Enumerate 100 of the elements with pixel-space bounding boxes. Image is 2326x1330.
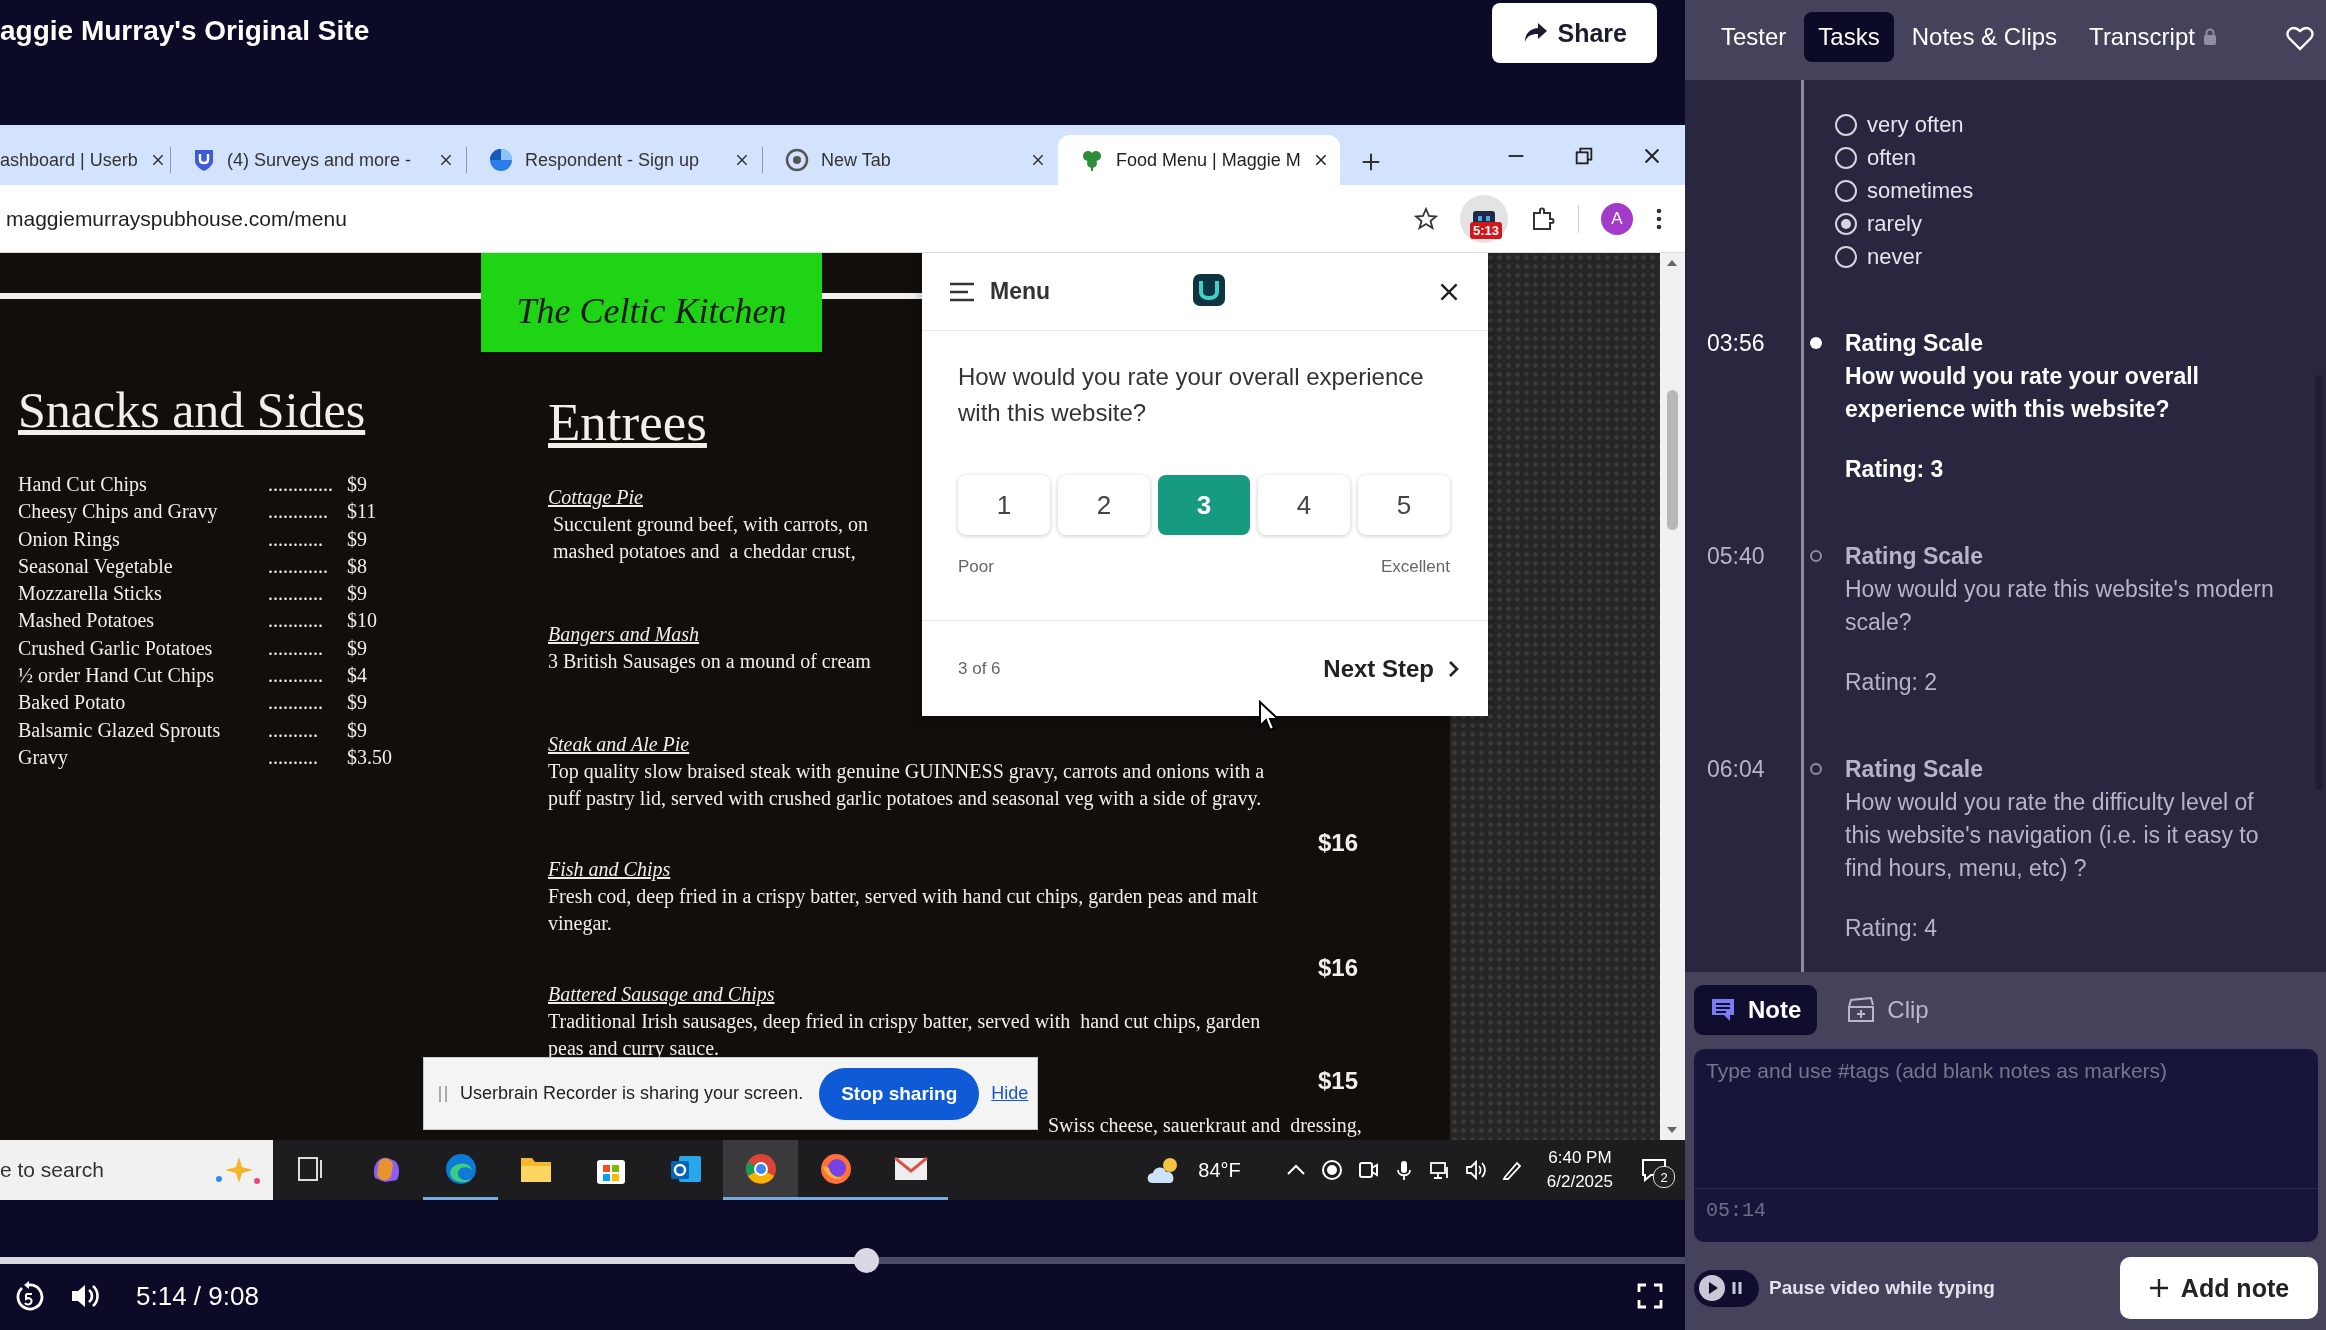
panel-tab[interactable]: Transcript [2075,12,2231,62]
rating-option[interactable]: 5 [1358,475,1450,535]
dot-leader: ........... [268,608,324,634]
menu-item-price: $15 [1317,1068,1358,1094]
scroll-down-icon[interactable] [1666,1126,1678,1134]
note-mode-tab[interactable]: Clip [1831,985,1945,1035]
speech-bubble-icon [1710,997,1736,1023]
globe-icon [785,148,809,172]
pen-icon[interactable] [1500,1159,1523,1181]
menu-item-price: $10 [347,608,378,634]
task-type: Rating Scale [1845,542,1985,571]
pause-toggle[interactable] [1694,1269,1759,1307]
hide-link[interactable]: Hide [991,1083,1029,1104]
rating-option[interactable]: 1 [958,475,1050,535]
task-timestamp[interactable]: 05:40 [1707,540,1787,699]
wave-logo-icon[interactable] [443,1151,478,1186]
menu-label[interactable]: Menu [990,278,1051,305]
menu-item-name: ½ order Hand Cut Chips [18,663,216,689]
scrollbar-thumb[interactable] [1667,390,1678,530]
panel-tab[interactable]: Tasks [1804,12,1894,62]
browser-tab[interactable]: ashboard | Userb [0,135,170,185]
menu-item-name: Bangers and Mash [548,622,700,648]
page-title: aggie Murray's Original Site [0,15,370,47]
task-type: Rating Scale [1845,329,1985,358]
answer-option: often [1867,141,1916,174]
taskbar-app-button[interactable] [723,1140,798,1200]
menu-item-price: $16 [1317,830,1358,856]
scroll-up-icon[interactable] [1666,259,1678,267]
replay-icon[interactable] [14,1280,44,1312]
dot-leader: ............ [268,499,329,525]
favorite-icon[interactable] [2286,25,2314,51]
step-counter: 3 of 6 [958,658,1001,679]
fullscreen-icon[interactable] [1637,1283,1663,1309]
stop-sharing-button[interactable]: Stop sharing [819,1067,980,1120]
network-icon[interactable] [1428,1159,1451,1181]
task-question: How would you rate the difficulty level of this website's navigation (i.e. is it easy to find hours, menu, etc) ? [1845,788,2260,883]
weather-temperature[interactable]: 84°F [1198,1158,1241,1182]
clock[interactable]: 6:40 PM 6/2/2025 [1546,1146,1613,1194]
taskbar-search-field[interactable]: e to search [0,1140,273,1200]
panel-tab[interactable]: Notes & Clips [1897,12,2072,62]
restore-icon[interactable] [1573,145,1595,167]
browser-tab[interactable]: Respondent - Sign up [467,135,762,185]
record-icon[interactable] [1320,1159,1343,1181]
menu-item-description: Swiss cheese, sauerkraut and dressing, [1048,1113,1362,1139]
timer-badge: 5:13 [1470,221,1503,239]
dot-leader: ........... [268,635,324,661]
section-heading: Entrees [548,393,707,451]
star-icon[interactable] [1414,206,1438,231]
menu-icon[interactable] [948,280,976,303]
pinwheel-icon [489,148,513,172]
menu-item-price: $9 [347,581,368,607]
browser-tab[interactable]: Food Menu | Maggie M [1058,135,1340,185]
panel-tab[interactable]: Tester [1707,12,1801,62]
close-icon[interactable] [734,152,750,168]
share-button[interactable]: Share [1491,3,1657,63]
volume-icon[interactable] [70,1282,102,1310]
task-question: How would you rate your overall experience with this website? [1845,362,2200,424]
menu-item-name: Cottage Pie [548,485,643,511]
menu-item-price: $16 [1317,955,1358,981]
more-icon[interactable] [1655,206,1663,231]
add-note-button[interactable]: Add note [2120,1257,2318,1319]
menu-item-price: $11 [347,499,378,525]
menu-item-description: Top quality slow braised steak with genuine GUINNESS gravy, carrots and onions with a [548,759,1265,785]
task-timestamp[interactable]: 06:04 [1707,753,1787,945]
scrollbar[interactable] [1660,253,1685,1140]
close-icon[interactable] [1030,152,1046,168]
task-view-icon[interactable] [296,1155,325,1182]
menu-item-description: mashed potatoes and a cheddar crust, [552,539,856,565]
fox-logo-icon[interactable] [818,1151,853,1186]
pause-label: Pause video while typing [1769,1277,1995,1299]
answer-option: rarely [1867,207,1922,240]
plus-icon[interactable] [1360,151,1382,173]
rating-option[interactable]: 3 [1158,475,1250,535]
close-icon[interactable] [438,152,454,168]
pause-icon [1731,1281,1743,1295]
extension-button[interactable]: 5:13 [1460,194,1508,243]
menu-item-price: $9 [347,635,368,661]
menu-item-price: $9 [347,690,368,716]
note-mode-tab[interactable]: Note [1694,985,1818,1035]
url-text[interactable]: maggiemurrayspubhouse.com/menu [6,206,347,231]
progress-thumb[interactable] [854,1248,880,1273]
rating-option[interactable]: 4 [1258,475,1350,535]
next-step-button[interactable]: Next Step [1323,654,1460,683]
menu-item-name: Onion Rings [18,526,121,553]
rating-option[interactable]: 2 [1058,475,1150,535]
restaurant-logo: The Celtic Kitchen [481,253,822,352]
menu-item-name: Seasonal Vegetable [18,553,174,580]
notification-icon[interactable] [1641,1158,1667,1182]
task-rating: Rating: 2 [1845,668,1939,697]
browser-tab[interactable]: New Tab [763,135,1058,185]
browser-logo-icon[interactable] [743,1151,778,1186]
task-timestamp[interactable]: 03:56 [1707,327,1787,486]
answer-option: sometimes [1867,174,1974,207]
puzzle-icon[interactable] [1530,205,1556,232]
profile-avatar[interactable]: A [1601,202,1633,235]
camera-icon[interactable] [1356,1159,1379,1181]
browser-tab[interactable]: (4) Surveys and more - [171,135,466,185]
speaker-icon[interactable] [1464,1159,1487,1181]
note-input[interactable]: Type and use #tags (add blank notes as markers) [1694,1049,2318,1189]
grip-icon [438,1083,448,1104]
